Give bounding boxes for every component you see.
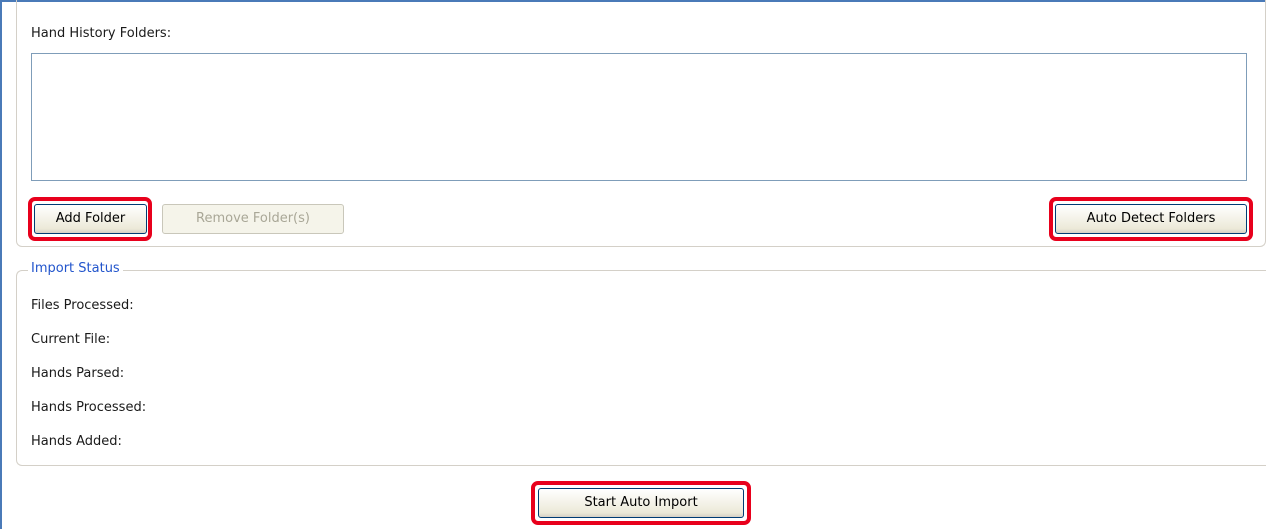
current-file-label: Current File:: [31, 332, 111, 347]
hands-parsed-label: Hands Parsed:: [31, 366, 125, 381]
import-status-legend: Import Status: [28, 261, 123, 276]
remove-folders-button[interactable]: Remove Folder(s): [162, 204, 344, 234]
hand-history-folders-label: Hand History Folders:: [31, 26, 172, 41]
hands-added-label: Hands Added:: [31, 434, 122, 449]
hands-processed-label: Hands Processed:: [31, 400, 147, 415]
import-status-group: [16, 270, 1266, 466]
auto-detect-folders-button[interactable]: Auto Detect Folders: [1055, 204, 1247, 234]
files-processed-label: Files Processed:: [31, 298, 134, 313]
add-folder-button[interactable]: Add Folder: [34, 204, 147, 234]
start-auto-import-button[interactable]: Start Auto Import: [538, 488, 744, 518]
hand-history-folders-list[interactable]: [31, 53, 1247, 181]
